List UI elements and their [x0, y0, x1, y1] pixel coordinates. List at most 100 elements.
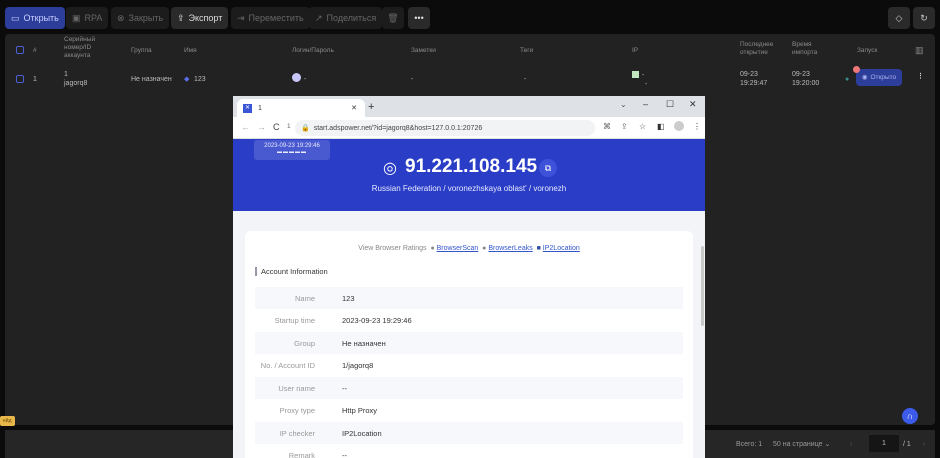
- upload-icon: ⇪: [177, 12, 185, 23]
- rpa-icon: ▣: [72, 12, 81, 23]
- bookmark-star-icon[interactable]: ☆: [639, 122, 646, 131]
- header-login: Логин/Пароль: [292, 47, 334, 54]
- ip-address: 91.221.108.145: [405, 156, 538, 177]
- back-icon[interactable]: ←: [241, 122, 250, 132]
- info-row: No. / Account ID 1/jagorq8: [255, 355, 683, 377]
- profile-avatar-icon[interactable]: [674, 121, 684, 131]
- page-scrollbar[interactable]: [701, 246, 704, 326]
- info-value: 123: [342, 293, 355, 303]
- row-last-open-date: 09-23: [740, 71, 758, 78]
- info-row: Remark --: [255, 445, 683, 458]
- info-label: Proxy type: [279, 406, 315, 415]
- info-label: Startup time: [274, 316, 315, 325]
- browserleaks-icon: ●: [482, 245, 487, 252]
- row-name: 123: [194, 76, 206, 83]
- rpa-button[interactable]: ▣ RPA: [66, 7, 109, 29]
- translate-icon[interactable]: ⌘: [603, 122, 611, 131]
- browserleaks-link[interactable]: BrowserLeaks: [488, 245, 532, 252]
- copy-icon[interactable]: ⧉: [539, 159, 557, 177]
- tag-icon[interactable]: ◇: [888, 7, 910, 29]
- forward-icon[interactable]: →: [257, 122, 266, 132]
- share-icon: ↗: [315, 12, 323, 23]
- status-drop-icon: ●: [845, 76, 850, 83]
- tab-close-icon[interactable]: ✕: [351, 104, 357, 112]
- select-all-checkbox[interactable]: [16, 46, 24, 54]
- window-close-icon[interactable]: ✕: [689, 99, 697, 110]
- ip-banner: 2023-09-23 19:29:46 ▬▬▬▬▬ ◎ 91.221.108.14…: [233, 139, 705, 211]
- address-bar[interactable]: 🔒 start.adspower.net/?id=jagorq8&host=127…: [295, 120, 595, 136]
- info-row: IP checker IP2Location: [255, 422, 683, 444]
- row-tags: -: [524, 76, 527, 83]
- open-button[interactable]: ▭ Открыть: [5, 7, 65, 29]
- browser-ratings: View Browser Ratings ● BrowserScan ● Bro…: [358, 245, 580, 252]
- info-value: --: [342, 383, 347, 393]
- share-page-icon[interactable]: ⇪: [621, 122, 628, 131]
- flag-icon: [632, 71, 639, 78]
- next-page-button[interactable]: ›: [923, 440, 925, 449]
- page-total: / 1: [903, 441, 911, 448]
- side-badge[interactable]: ейд: [0, 416, 15, 426]
- browser-menu-icon[interactable]: ⋮: [693, 122, 701, 131]
- header-last-open[interactable]: Последнее открытие: [740, 41, 785, 57]
- browser-tab[interactable]: ✕ 1 ✕: [237, 99, 365, 117]
- support-headset-icon[interactable]: ∩: [902, 408, 918, 424]
- ip2location-link[interactable]: IP2Location: [543, 245, 580, 252]
- header-serial[interactable]: Серийный номер/ID аккаунта: [64, 36, 109, 60]
- info-row: Proxy type Http Proxy: [255, 400, 683, 422]
- info-value: Не назначен: [342, 338, 386, 348]
- side-panel-icon[interactable]: ◧: [657, 122, 665, 131]
- row-group: Не назначен: [131, 76, 172, 83]
- ip2location-icon: ■: [536, 245, 541, 252]
- tab-search-icon[interactable]: ⌄: [620, 100, 627, 109]
- launch-button[interactable]: ◉ Открыто: [856, 69, 902, 86]
- header-launch: Запуск: [857, 47, 878, 54]
- row-last-open-time: 19:29:47: [740, 80, 768, 87]
- info-label: No. / Account ID: [260, 361, 315, 370]
- close-icon: ⊗: [117, 12, 125, 23]
- reload-icon[interactable]: C: [273, 122, 280, 132]
- timestamp-badge: 2023-09-23 19:29:46 ▬▬▬▬▬: [254, 140, 330, 160]
- share-button[interactable]: ↗ Поделиться: [309, 7, 383, 29]
- prev-page-button[interactable]: ‹: [850, 440, 852, 449]
- row-import-date: 09-23: [792, 71, 810, 78]
- header-tags: Теги: [520, 47, 534, 54]
- export-button[interactable]: ⇪ Экспорт: [171, 7, 229, 29]
- header-import-time[interactable]: Время импорта: [792, 41, 832, 57]
- per-page-select[interactable]: 50 на странице ⌄: [773, 440, 830, 449]
- maximize-icon[interactable]: ☐: [666, 99, 674, 110]
- info-value: Http Proxy: [342, 406, 378, 415]
- header-notes[interactable]: Заметки: [411, 47, 436, 55]
- minimize-icon[interactable]: –: [643, 99, 648, 109]
- move-button[interactable]: ⇥ Переместить: [231, 7, 310, 29]
- row-checkbox[interactable]: [16, 75, 24, 83]
- browserscan-link[interactable]: BrowserScan: [437, 245, 479, 252]
- info-label: IP checker: [279, 428, 315, 438]
- more-button[interactable]: •••: [408, 7, 430, 29]
- total-count: Всего: 1: [736, 441, 763, 448]
- delete-button[interactable]: 🗑: [382, 7, 404, 29]
- row-login: -: [304, 76, 307, 83]
- header-name[interactable]: Имя: [184, 47, 197, 55]
- refresh-icon[interactable]: ↻: [913, 7, 935, 29]
- header-num: #: [33, 47, 37, 54]
- info-row: Name 123: [255, 287, 683, 309]
- column-settings-icon[interactable]: ▥: [915, 46, 924, 55]
- trash-icon: 🗑: [387, 12, 399, 23]
- browser-window: ✕ 1 ✕ + ⌄ – ☐ ✕ ← → C 1 🔒 start.adspower.…: [233, 96, 705, 458]
- account-info-card: View Browser Ratings ● BrowserScan ● Bro…: [245, 231, 693, 458]
- ip-location: Russian Federation / voronezhskaya oblas…: [371, 184, 567, 193]
- notification-dot: [853, 66, 860, 73]
- info-row: Group Не назначен: [255, 332, 683, 354]
- close-button[interactable]: ⊗ Закрыть: [111, 7, 170, 29]
- row-menu-icon[interactable]: ⋮: [917, 72, 924, 81]
- lock-icon: 🔒: [301, 125, 310, 132]
- info-value: 2023-09-23 19:29:46: [342, 316, 412, 325]
- info-label: Name: [294, 293, 315, 303]
- browser-icon: ▭: [11, 12, 20, 23]
- new-tab-icon[interactable]: +: [368, 101, 374, 113]
- browserscan-icon: ●: [430, 245, 435, 252]
- section-title: Account Information: [255, 267, 328, 276]
- location-pin-icon: ◎: [383, 160, 397, 177]
- page-input[interactable]: 1: [869, 435, 899, 452]
- info-row: Startup time 2023-09-23 19:29:46: [255, 310, 683, 332]
